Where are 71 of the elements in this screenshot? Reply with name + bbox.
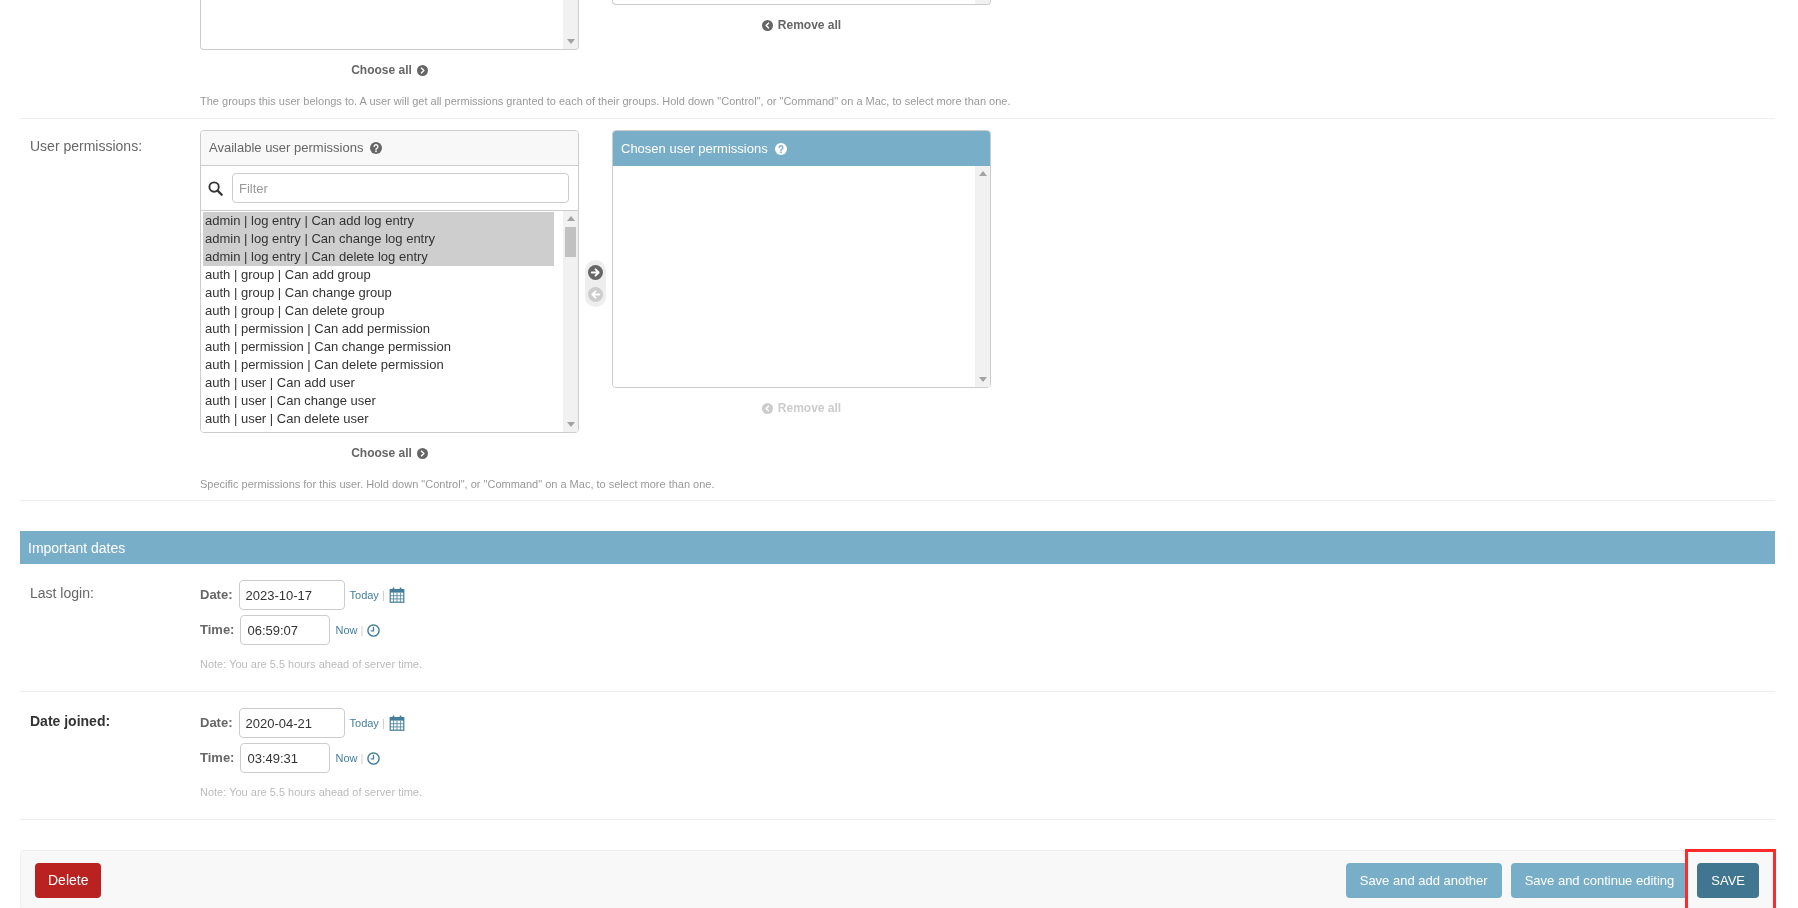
choose-all-link[interactable]: Choose all (351, 446, 428, 461)
link-separator: | (381, 716, 385, 730)
input-label: Date: (200, 587, 233, 603)
scrollbar[interactable] (563, 211, 578, 432)
link-separator: | (360, 751, 364, 765)
scroll-down-icon[interactable] (978, 377, 987, 382)
panel-title: Chosen user permissions (621, 140, 768, 157)
time-field[interactable]: 03:49:31 (240, 743, 331, 773)
list-option[interactable]: auth | group | Can change group (203, 284, 554, 302)
field-label: User permissions: (30, 138, 143, 154)
save-button[interactable]: SAVE (1697, 862, 1759, 898)
list-option[interactable]: admin | log entry | Can delete log entry (203, 248, 554, 266)
calendar-icon[interactable] (388, 715, 405, 731)
filter-field[interactable]: Filter (232, 173, 569, 203)
search-icon (208, 180, 223, 196)
list-option[interactable]: auth | user | Can change user (203, 392, 554, 410)
add-button[interactable] (588, 265, 603, 280)
list-option[interactable]: auth | permission | Can add permission (203, 320, 554, 338)
list-option[interactable]: auth | permission | Can change permission (203, 338, 554, 356)
help-text: The groups this user belongs to. A user will get all permissions granted to each of their groups. Hold down "Control", or "Command" on a Mac, to select more than one. (200, 95, 1011, 108)
input-label: Time: (200, 750, 235, 766)
time-field[interactable]: 06:59:07 (240, 615, 331, 645)
help-icon[interactable] (370, 142, 383, 154)
input-label: Time: (200, 622, 235, 638)
panel-title: Available user permissions (209, 140, 364, 156)
list-box[interactable] (612, 0, 991, 5)
remove-all-link[interactable]: Remove all (761, 18, 842, 33)
right-arrow-circle-icon (588, 265, 603, 280)
field-label: Last login: (30, 585, 94, 601)
chevron-right-circle-icon (416, 448, 428, 459)
options-list[interactable] (201, 211, 578, 432)
chevron-left-circle-icon (761, 20, 773, 31)
list-option[interactable]: auth | permission | Can delete permission (203, 356, 554, 374)
choose-all-link[interactable]: Choose all (351, 63, 428, 78)
left-arrow-circle-icon (588, 287, 603, 302)
list-option[interactable]: admin | log entry | Can add log entry (203, 212, 554, 230)
section-header: Important dates (20, 531, 1775, 564)
chevron-right-circle-icon (416, 65, 428, 76)
date-field[interactable]: 2023-10-17 (238, 580, 345, 610)
list-option[interactable]: admin | log entry | Can change log entry (203, 230, 554, 248)
list-option[interactable]: auth | user | Can delete user (203, 410, 554, 428)
link-separator: | (381, 588, 385, 602)
scroll-up-icon[interactable] (566, 216, 575, 221)
clock-icon[interactable] (367, 623, 381, 637)
list-box[interactable] (200, 0, 579, 50)
help-icon[interactable] (774, 142, 787, 155)
scrollbar-thumb[interactable] (565, 227, 576, 257)
help-text: Specific permissions for this user. Hold down "Control", or "Command" on a Mac, to select more than one. (200, 478, 716, 491)
scroll-down-icon[interactable] (566, 39, 575, 44)
list-option[interactable]: auth | user | Can add user (203, 374, 554, 392)
calendar-icon[interactable] (388, 587, 405, 603)
scroll-down-icon[interactable] (566, 422, 575, 427)
clock-icon[interactable] (367, 751, 381, 765)
delete-button[interactable]: Delete (35, 862, 102, 898)
chevron-left-circle-icon (761, 403, 773, 414)
timezone-note: Note: You are 5.5 hours ahead of server time. (200, 658, 422, 671)
date-field[interactable]: 2020-04-21 (238, 708, 345, 738)
today-link[interactable]: Today (349, 588, 379, 602)
link-separator: | (360, 623, 364, 637)
list-option[interactable]: auth | group | Can delete group (203, 302, 554, 320)
scrollbar[interactable] (975, 166, 990, 387)
scrollbar[interactable] (975, 0, 990, 4)
scrollbar[interactable] (563, 0, 578, 49)
input-label: Date: (200, 715, 233, 731)
now-link[interactable]: Now (335, 751, 358, 765)
now-link[interactable]: Now (335, 623, 358, 637)
timezone-note: Note: You are 5.5 hours ahead of server time. (200, 786, 422, 799)
today-link[interactable]: Today (349, 716, 379, 730)
list-option[interactable]: auth | group | Can add group (203, 266, 554, 284)
scroll-up-icon[interactable] (978, 171, 987, 176)
field-label: Date joined: (30, 713, 111, 729)
